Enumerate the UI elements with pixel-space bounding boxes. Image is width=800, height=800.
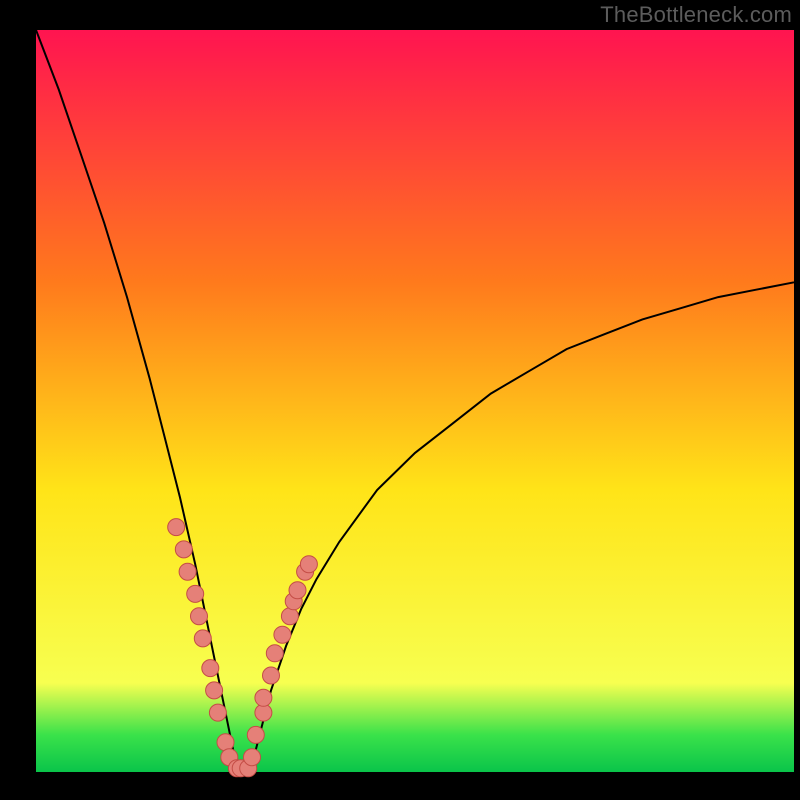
watermark-text: TheBottleneck.com: [600, 2, 792, 28]
highlight-dot: [209, 704, 226, 721]
highlight-dot: [194, 630, 211, 647]
highlight-dot: [168, 519, 185, 536]
highlight-dot: [255, 689, 272, 706]
bottleneck-chart: [0, 0, 800, 800]
highlight-dot: [289, 582, 306, 599]
highlight-dot: [263, 667, 280, 684]
highlight-dot: [217, 734, 234, 751]
highlight-dot: [244, 749, 261, 766]
highlight-dot: [175, 541, 192, 558]
highlight-dot: [266, 645, 283, 662]
highlight-dot: [206, 682, 223, 699]
highlight-dot: [179, 563, 196, 580]
highlight-dot: [247, 726, 264, 743]
highlight-dot: [274, 626, 291, 643]
chart-frame: TheBottleneck.com: [0, 0, 800, 800]
highlight-dot: [300, 556, 317, 573]
highlight-dot: [202, 660, 219, 677]
highlight-dot: [191, 608, 208, 625]
highlight-dot: [281, 608, 298, 625]
plot-background: [36, 30, 794, 772]
highlight-dot: [187, 585, 204, 602]
